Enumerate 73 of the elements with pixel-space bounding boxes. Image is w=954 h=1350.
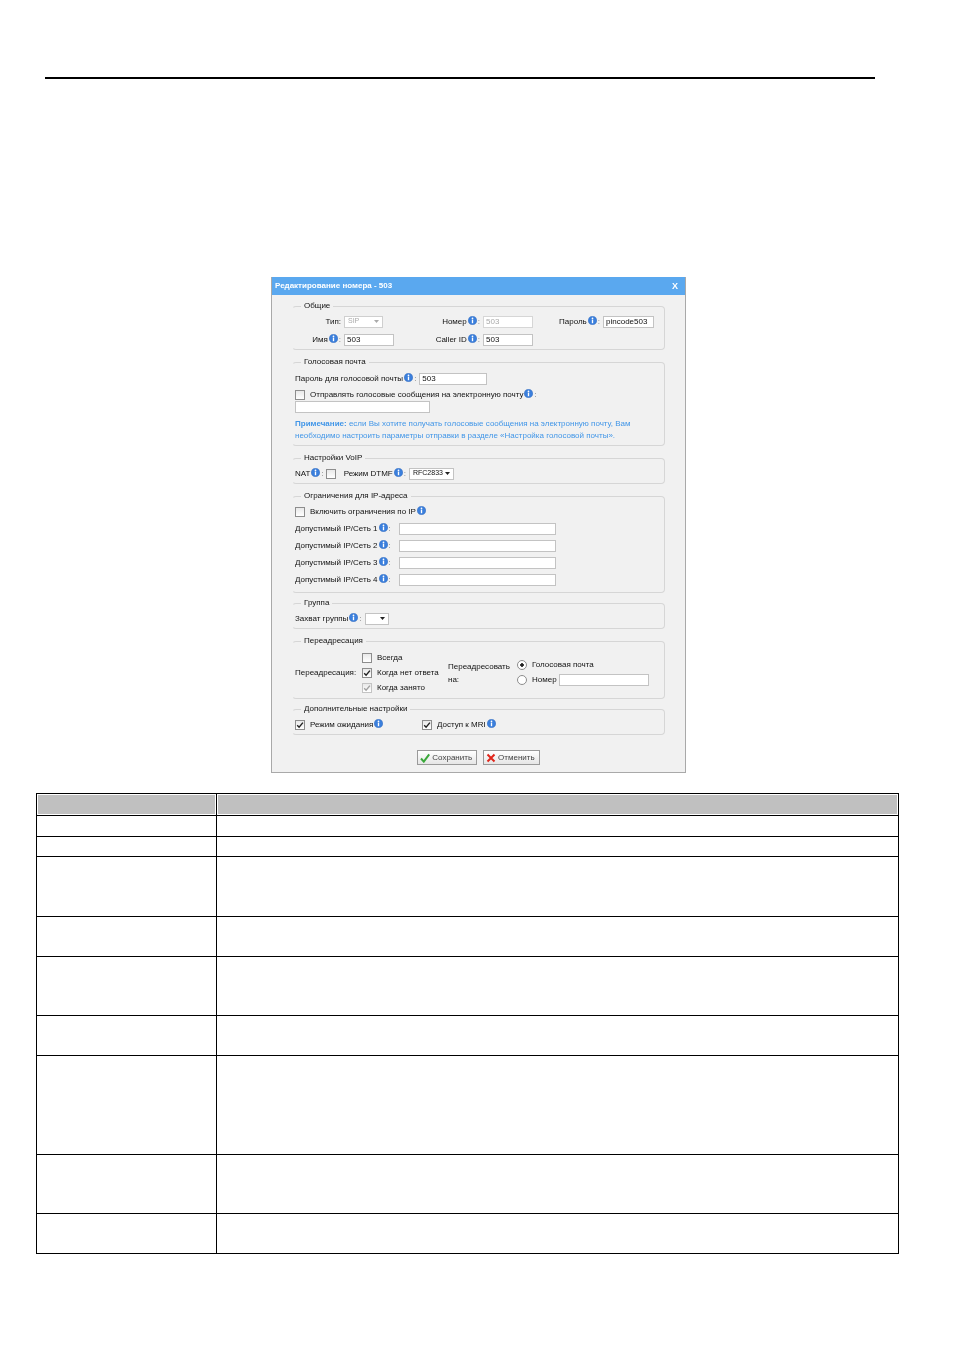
field-label: Пароль [559,316,587,327]
checkbox[interactable] [362,667,372,678]
caret-icon [379,617,385,620]
caret-icon [374,320,379,323]
label-colon: : [597,316,600,327]
field-label: Номер [532,675,557,685]
label-colon: : [321,468,324,479]
field-label: Когда занято [377,682,425,693]
field-label: Допустимый IP/Сеть 1 [295,523,378,534]
label-colon: : [359,613,362,624]
field-label: NAT [295,468,311,479]
check-icon [420,752,431,763]
text-field[interactable]: 503 [483,333,533,346]
field-label: Отправлять голосовые сообщения на электронную почту [310,389,524,400]
field-label: Переадресация: [295,667,358,678]
label-colon: : [534,389,537,400]
label-colon: : [388,523,391,534]
field-label: Тип: [325,316,341,327]
text-field[interactable] [399,573,556,586]
checkbox[interactable] [295,506,305,517]
label-colon: : [338,334,341,345]
section-legend: Группа [301,598,333,608]
radio-button[interactable] [517,660,527,670]
section-legend: Переадресация [301,636,366,646]
field-label: Когда нет ответа [377,667,439,678]
note-text: Примечание: если Вы хотите получать голосовые сообщения на электронную почту, Вам необходимо настроить параметры отправки в разделе «Настройка голосовой почты». [295,418,632,442]
checkbox[interactable] [325,468,336,479]
field-label: Включить ограничения по IP [310,506,416,517]
field-label: Допустимый IP/Сеть 4 [295,574,378,585]
field-label: Голосовая почта [532,660,594,670]
label-colon: : [477,316,480,327]
field-label: Переадресовать на: [448,660,511,686]
checkbox[interactable] [422,719,432,730]
cancel-button[interactable]: Отменить [483,750,540,765]
section-legend: Ограничения для IP-адреса [301,491,411,501]
label-colon: : [414,373,417,384]
label-colon: : [477,334,480,345]
section-legend: Голосовая почта [301,357,369,367]
field-label: Caller ID [435,334,467,345]
text-field[interactable] [399,522,556,535]
section-legend: Настройки VoIP [301,453,366,463]
field-label: Доступ к MRI [437,719,486,730]
field-label: Номер [442,316,467,327]
section-legend: Общие [301,301,334,311]
section-legend: Дополнительные настройки [301,704,411,714]
field-label: Допустимый IP/Сеть 2 [295,540,378,551]
checkbox[interactable] [295,719,305,730]
field-label: Режим ожидания [310,719,374,730]
checkbox[interactable] [295,389,305,400]
dialog-title: Редактирование номера - 503 [275,281,393,291]
radio-button[interactable] [517,675,527,685]
label-colon: : [388,557,391,568]
checkbox[interactable] [362,652,372,663]
save-button[interactable]: Сохранить [417,750,478,765]
text-field[interactable] [399,539,556,552]
text-field[interactable] [295,401,430,413]
caret-icon [445,472,450,475]
text-field[interactable]: 503 [419,372,488,385]
field-label: Режим DTMF [343,468,393,479]
field-label: Захват группы [295,613,349,624]
field-label: Имя [312,334,328,345]
text-field[interactable]: 503 [344,333,394,346]
label-colon: : [403,468,406,479]
text-field[interactable] [399,556,556,569]
label-colon: : [388,574,391,585]
text-field[interactable] [558,674,649,686]
field-label: Пароль для голосовой почты [295,373,404,384]
text-field[interactable]: pincode503 [603,315,654,328]
label-colon: : [388,540,391,551]
field-label: Допустимый IP/Сеть 3 [295,557,378,568]
dropdown[interactable] [364,612,389,625]
field-label: Всегда [377,652,403,663]
cross-icon [486,752,497,763]
